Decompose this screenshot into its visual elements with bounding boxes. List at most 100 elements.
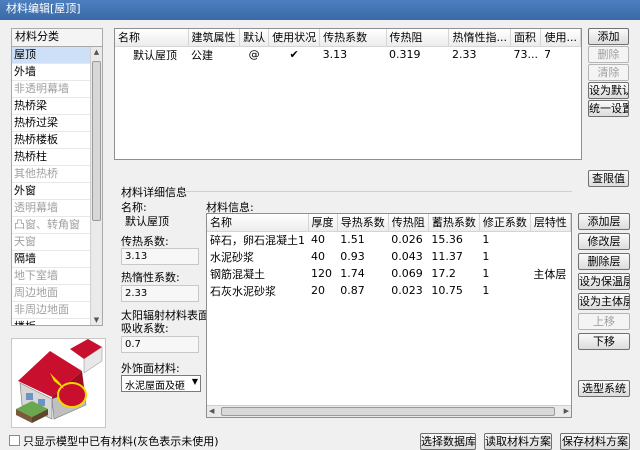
category-item[interactable]: 热桥梁 [12, 98, 91, 115]
category-item[interactable]: 地下室墙 [12, 268, 91, 285]
category-item[interactable]: 外窗 [12, 183, 91, 200]
category-item[interactable]: 其他热桥 [12, 166, 91, 183]
table-cell: 40 [311, 233, 325, 247]
layers-column-header[interactable]: 修正系数 [479, 214, 531, 232]
category-item[interactable]: 屋顶 [12, 47, 91, 64]
materials-column-header[interactable]: 传热系数 [319, 29, 387, 47]
table-cell [530, 282, 570, 299]
table-cell: 2.33 [451, 48, 477, 62]
category-item[interactable]: 非周边地面 [12, 302, 91, 319]
layers-column-header[interactable]: 导热系数 [337, 214, 389, 232]
category-items: 屋顶 外墙 非透明幕墙 热桥梁 热桥过梁 热桥楼板 热桥柱 其他热桥 外窗 透明幕墙 凸窗、转角窗天… [12, 47, 102, 325]
set-insulation-layer-button[interactable]: 设为保温层 [578, 273, 630, 290]
table-cell: 15.36 [431, 233, 463, 247]
table-cell: 17.2 [431, 267, 456, 280]
materials-column-header[interactable]: 面积 [510, 29, 542, 47]
layers-column-header[interactable]: 名称 [207, 214, 309, 232]
materials-column-header[interactable]: 传热阻 [386, 29, 450, 47]
category-item[interactable]: 热桥柱 [12, 149, 91, 166]
select-system-button[interactable]: 选型系统 [578, 380, 630, 397]
category-item[interactable]: 天窗 [12, 234, 91, 251]
finish-material-select[interactable]: 水泥屋面及砸 ▼ [121, 375, 201, 392]
category-list[interactable]: 屋顶 外墙 非透明幕墙 热桥梁 热桥过梁 热桥楼板 热桥柱 其他热桥 外窗 透明幕墙 凸窗、转角窗天… [11, 46, 103, 326]
materials-column-header[interactable]: 默认 [239, 29, 270, 47]
category-item[interactable]: 外墙 [12, 64, 91, 81]
table-cell: 1 [482, 250, 490, 263]
delete-material-button[interactable]: 删除 [588, 46, 629, 63]
materials-column-header[interactable]: 热惰性指... [448, 29, 511, 47]
table-cell: 0.319 [389, 48, 421, 62]
set-main-layer-button[interactable]: 设为主体层 [578, 293, 630, 310]
scroll-down-arrow-icon[interactable]: ▼ [91, 316, 102, 324]
category-item[interactable]: 热桥过梁 [12, 115, 91, 132]
table-cell: 0.026 [391, 233, 423, 247]
table-cell [530, 248, 570, 265]
modify-layer-button[interactable]: 修改层 [578, 233, 630, 250]
layers-table-panel[interactable]: 名称 厚度 导热系数 传热阻 蓄热系数 修正系数 层特性 碎石，卵石混凝土1 40 1.51 0.… [206, 213, 572, 418]
category-item[interactable]: 楼板 [12, 319, 91, 325]
scroll-up-arrow-icon[interactable]: ▲ [91, 48, 102, 56]
table-row[interactable]: 默认屋顶 公建 @ ✔ 3.13 0.319 2.33 73... 7 [115, 46, 581, 63]
show-used-only-checkbox[interactable] [9, 435, 20, 446]
category-item[interactable]: 热桥楼板 [12, 132, 91, 149]
table-cell: 默认屋顶 [133, 48, 177, 62]
layers-column-header[interactable]: 厚度 [308, 214, 338, 232]
table-cell: 碎石，卵石混凝土1 [210, 233, 305, 247]
category-item[interactable]: 非透明幕墙 [12, 81, 91, 98]
save-scheme-button[interactable]: 保存材料方案 [560, 433, 630, 450]
layers-column-header[interactable]: 蓄热系数 [428, 214, 480, 232]
materials-table-panel[interactable]: 名称 建筑属性 默认 使用状况 传热系数 传热阻 热惰性指... 面积 使用... 默认屋顶 公建… [114, 28, 582, 160]
add-layer-button[interactable]: 添加层 [578, 213, 630, 230]
table-row[interactable]: 水泥砂浆 40 0.93 0.043 11.37 1 [207, 248, 571, 265]
layers-hscrollbar[interactable]: ◀ ▶ [207, 405, 571, 417]
materials-column-header[interactable]: 名称 [115, 29, 189, 47]
hscroll-thumb[interactable] [221, 407, 555, 416]
layers-column-header[interactable]: 层特性 [530, 214, 572, 232]
delete-layer-button[interactable]: 删除层 [578, 253, 630, 270]
add-material-button[interactable]: 添加 [588, 28, 629, 45]
window-titlebar: 材料编辑[屋顶] [0, 0, 640, 20]
category-scrollbar[interactable]: ▲ ▼ [90, 47, 102, 325]
table-cell: 0.069 [391, 267, 423, 280]
detail-name-value: 默认屋顶 [125, 215, 169, 228]
table-cell: 公建 [191, 48, 214, 62]
table-cell: 0.043 [391, 250, 423, 263]
detail-finish-label: 外饰面材料: [121, 362, 180, 375]
clear-material-button[interactable]: 清除 [588, 64, 629, 81]
table-cell [530, 231, 570, 248]
category-item[interactable]: 凸窗、转角窗 [12, 217, 91, 234]
layers-column-header[interactable]: 传热阻 [388, 214, 429, 232]
table-cell: 水泥砂浆 [210, 250, 254, 264]
scroll-left-arrow-icon[interactable]: ◀ [209, 407, 214, 415]
scroll-right-arrow-icon[interactable]: ▶ [564, 407, 569, 415]
table-cell: 0.93 [340, 250, 365, 263]
lookup-limit-button[interactable]: 查限值 [588, 170, 629, 187]
table-cell: 20 [311, 284, 325, 297]
move-down-button[interactable]: 下移 [578, 333, 630, 350]
detail-group-divider [182, 191, 572, 192]
detail-u-label: 传热系数: [121, 235, 169, 248]
category-item[interactable]: 隔墙 [12, 251, 91, 268]
category-item[interactable]: 透明幕墙 [12, 200, 91, 217]
table-cell: 3.13 [322, 48, 348, 62]
table-cell: ✔ [289, 48, 299, 62]
move-up-button[interactable]: 上移 [578, 313, 630, 330]
table-cell: 73... [513, 48, 538, 62]
scroll-thumb[interactable] [92, 61, 101, 221]
table-row[interactable]: 钢筋混凝土 120 1.74 0.069 17.2 1 主体层 [207, 265, 571, 282]
materials-column-header[interactable]: 使用... [540, 29, 581, 47]
table-cell: 40 [311, 250, 325, 263]
materials-column-header[interactable]: 使用状况 [268, 29, 321, 47]
table-cell: 主体层 [533, 267, 567, 281]
table-row[interactable]: 碎石，卵石混凝土1 40 1.51 0.026 15.36 1 [207, 231, 571, 248]
detail-solar-value: 0.7 [121, 336, 199, 353]
unify-settings-button[interactable]: 统一设置 [588, 100, 629, 117]
select-database-button[interactable]: 选择数据库 [420, 433, 476, 450]
read-scheme-button[interactable]: 读取材料方案 [484, 433, 552, 450]
category-item[interactable]: 周边地面 [12, 285, 91, 302]
table-cell: 0.023 [391, 284, 423, 297]
table-row[interactable]: 石灰水泥砂浆 20 0.87 0.023 10.75 1 [207, 282, 571, 299]
materials-column-header[interactable]: 建筑属性 [188, 29, 241, 47]
set-default-button[interactable]: 设为默认 [588, 82, 629, 99]
finish-material-value: 水泥屋面及砸 [125, 381, 185, 392]
